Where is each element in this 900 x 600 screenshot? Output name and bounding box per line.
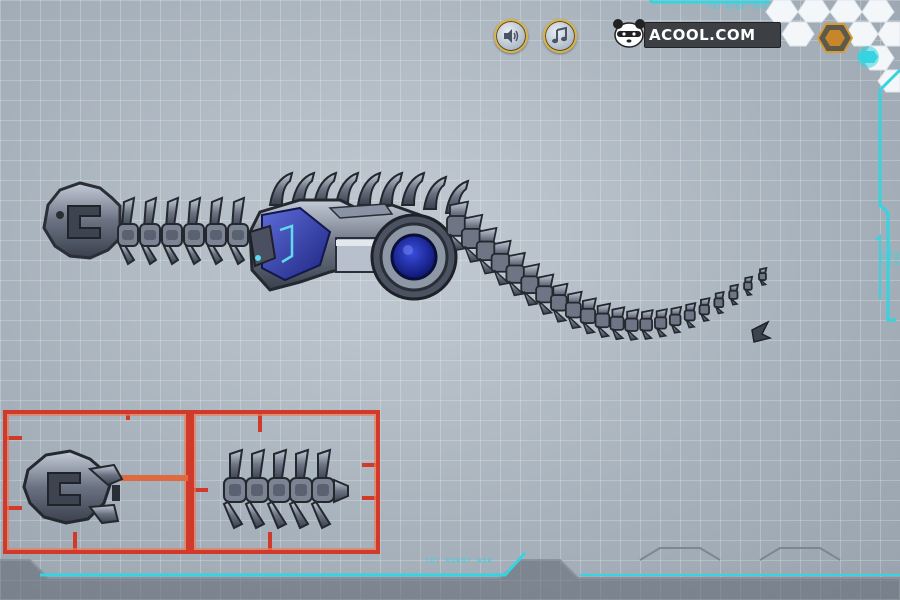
game-stage: TOY ROBOT WAR TOY ROBOT WAR TOY ROBOT WA… [0,0,900,600]
tray-slot-claw-part[interactable] [18,445,128,530]
robot-claw-part-icon [22,449,124,525]
tray-slot-vertebrae-part[interactable] [216,448,356,538]
parts-tray [3,410,380,554]
robot-vertebrae-part-icon [222,448,349,530]
